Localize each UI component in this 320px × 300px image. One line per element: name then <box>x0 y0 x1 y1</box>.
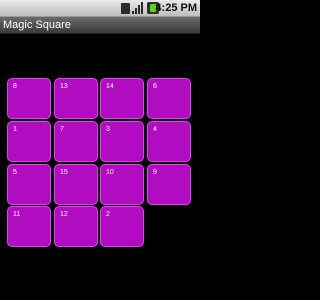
tile[interactable]: 1 <box>7 121 51 162</box>
tile[interactable]: 2 <box>100 206 144 247</box>
tile-number: 13 <box>60 83 68 90</box>
tile[interactable]: 3 <box>100 121 144 162</box>
signal-icon <box>132 2 143 14</box>
tile[interactable]: 11 <box>7 206 51 247</box>
tile-number: 6 <box>153 83 157 90</box>
tile[interactable]: 9 <box>147 164 191 205</box>
tile[interactable]: 4 <box>147 121 191 162</box>
tile-number: 1 <box>13 126 17 133</box>
tile-number: 11 <box>13 211 21 218</box>
tile-number: 2 <box>106 211 110 218</box>
sim-card-icon <box>121 2 130 14</box>
phone-screen: 4:25 PM Magic Square 8 13 14 6 1 7 3 4 5 15 10 9 11 1… <box>0 0 200 300</box>
tile[interactable]: 15 <box>54 164 98 205</box>
tile[interactable]: 10 <box>100 164 144 205</box>
tile-number: 4 <box>153 126 157 133</box>
status-bar: 4:25 PM <box>0 0 200 17</box>
tile-number: 5 <box>13 169 17 176</box>
tile[interactable]: 8 <box>7 78 51 119</box>
tile[interactable]: 13 <box>54 78 98 119</box>
status-icons <box>121 2 159 14</box>
tile[interactable]: 7 <box>54 121 98 162</box>
magic-square-board: 8 13 14 6 1 7 3 4 5 15 10 9 11 12 2 <box>7 78 193 248</box>
tile-number: 10 <box>106 169 114 176</box>
tile-number: 12 <box>60 211 68 218</box>
tile-number: 15 <box>60 169 68 176</box>
app-title: Magic Square <box>3 19 71 31</box>
tile[interactable]: 12 <box>54 206 98 247</box>
tile-number: 14 <box>106 83 114 90</box>
tile-number: 8 <box>13 83 17 90</box>
tile-number: 7 <box>60 126 64 133</box>
tile[interactable]: 5 <box>7 164 51 205</box>
status-time: 4:25 PM <box>155 2 197 14</box>
tile-number: 9 <box>153 169 157 176</box>
tile[interactable]: 14 <box>100 78 144 119</box>
tile-number: 3 <box>106 126 110 133</box>
app-title-bar: Magic Square <box>0 17 200 34</box>
tile[interactable]: 6 <box>147 78 191 119</box>
